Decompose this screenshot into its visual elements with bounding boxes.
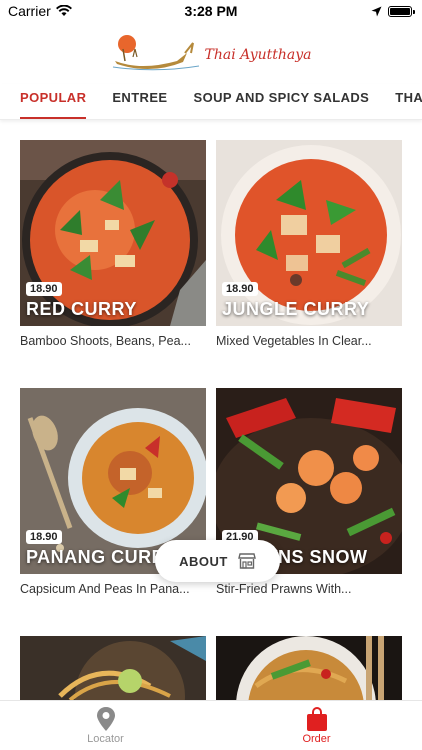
restaurant-logo: Thai Ayutthaya xyxy=(111,31,312,75)
dish-image: 18.90 JUNGLE CURRY xyxy=(216,140,402,326)
wifi-icon xyxy=(55,5,72,16)
menu-card-partial-left[interactable] xyxy=(20,636,206,700)
dish-name: RED CURRY xyxy=(26,299,137,319)
location-arrow-icon xyxy=(371,6,382,16)
store-icon xyxy=(237,553,256,569)
menu-card-jungle-curry[interactable]: 18.90 JUNGLE CURRY Mixed Vegetables In C… xyxy=(216,140,402,348)
nav-order-label: Order xyxy=(302,732,331,745)
nav-locator-label: Locator xyxy=(87,732,124,745)
dish-description: Bamboo Shoots, Beans, Pea... xyxy=(20,334,191,348)
price-badge: 18.90 xyxy=(26,530,62,544)
dish-name: JUNGLE CURRY xyxy=(222,299,370,319)
boat-logo-icon xyxy=(112,35,199,71)
tab-popular[interactable]: POPULAR xyxy=(20,84,87,119)
noodle-dish-photo xyxy=(20,636,206,700)
category-tabs: POPULAR ENTREE SOUP AND SPICY SALADS THA… xyxy=(0,84,422,120)
price-badge: 18.90 xyxy=(222,282,258,296)
tab-entree[interactable]: ENTREE xyxy=(112,84,167,119)
about-button[interactable]: ABOUT xyxy=(155,540,280,582)
tab-soup-and-spicy-salads[interactable]: SOUP AND SPICY SALADS xyxy=(194,84,370,119)
battery-icon xyxy=(388,5,415,17)
stir-fry-noodle-photo xyxy=(216,636,402,700)
tab-thai-curry[interactable]: THAI CU xyxy=(395,84,422,119)
logo-text: Thai Ayutthaya xyxy=(204,47,312,63)
status-bar: Carrier 3:28 PM xyxy=(0,0,422,22)
menu-card-partial-right[interactable] xyxy=(216,636,402,700)
location-pin-icon xyxy=(96,706,115,731)
price-badge: 18.90 xyxy=(26,282,62,296)
nav-order[interactable]: Order xyxy=(211,701,422,750)
dish-image: 18.90 RED CURRY xyxy=(20,140,206,326)
nav-locator[interactable]: Locator xyxy=(0,701,211,750)
dish-description: Mixed Vegetables In Clear... xyxy=(216,334,372,348)
dish-description: Capsicum And Peas In Pana... xyxy=(20,582,190,596)
app-header: Thai Ayutthaya xyxy=(0,22,422,84)
menu-card-red-curry[interactable]: 18.90 RED CURRY Bamboo Shoots, Beans, Pe… xyxy=(20,140,206,348)
about-label: ABOUT xyxy=(179,553,228,569)
dish-description: Stir-Fried Prawns With... xyxy=(216,582,352,596)
carrier-label: Carrier xyxy=(8,3,51,19)
bottom-nav: Locator Order xyxy=(0,700,422,750)
shopping-bag-icon xyxy=(306,706,327,731)
